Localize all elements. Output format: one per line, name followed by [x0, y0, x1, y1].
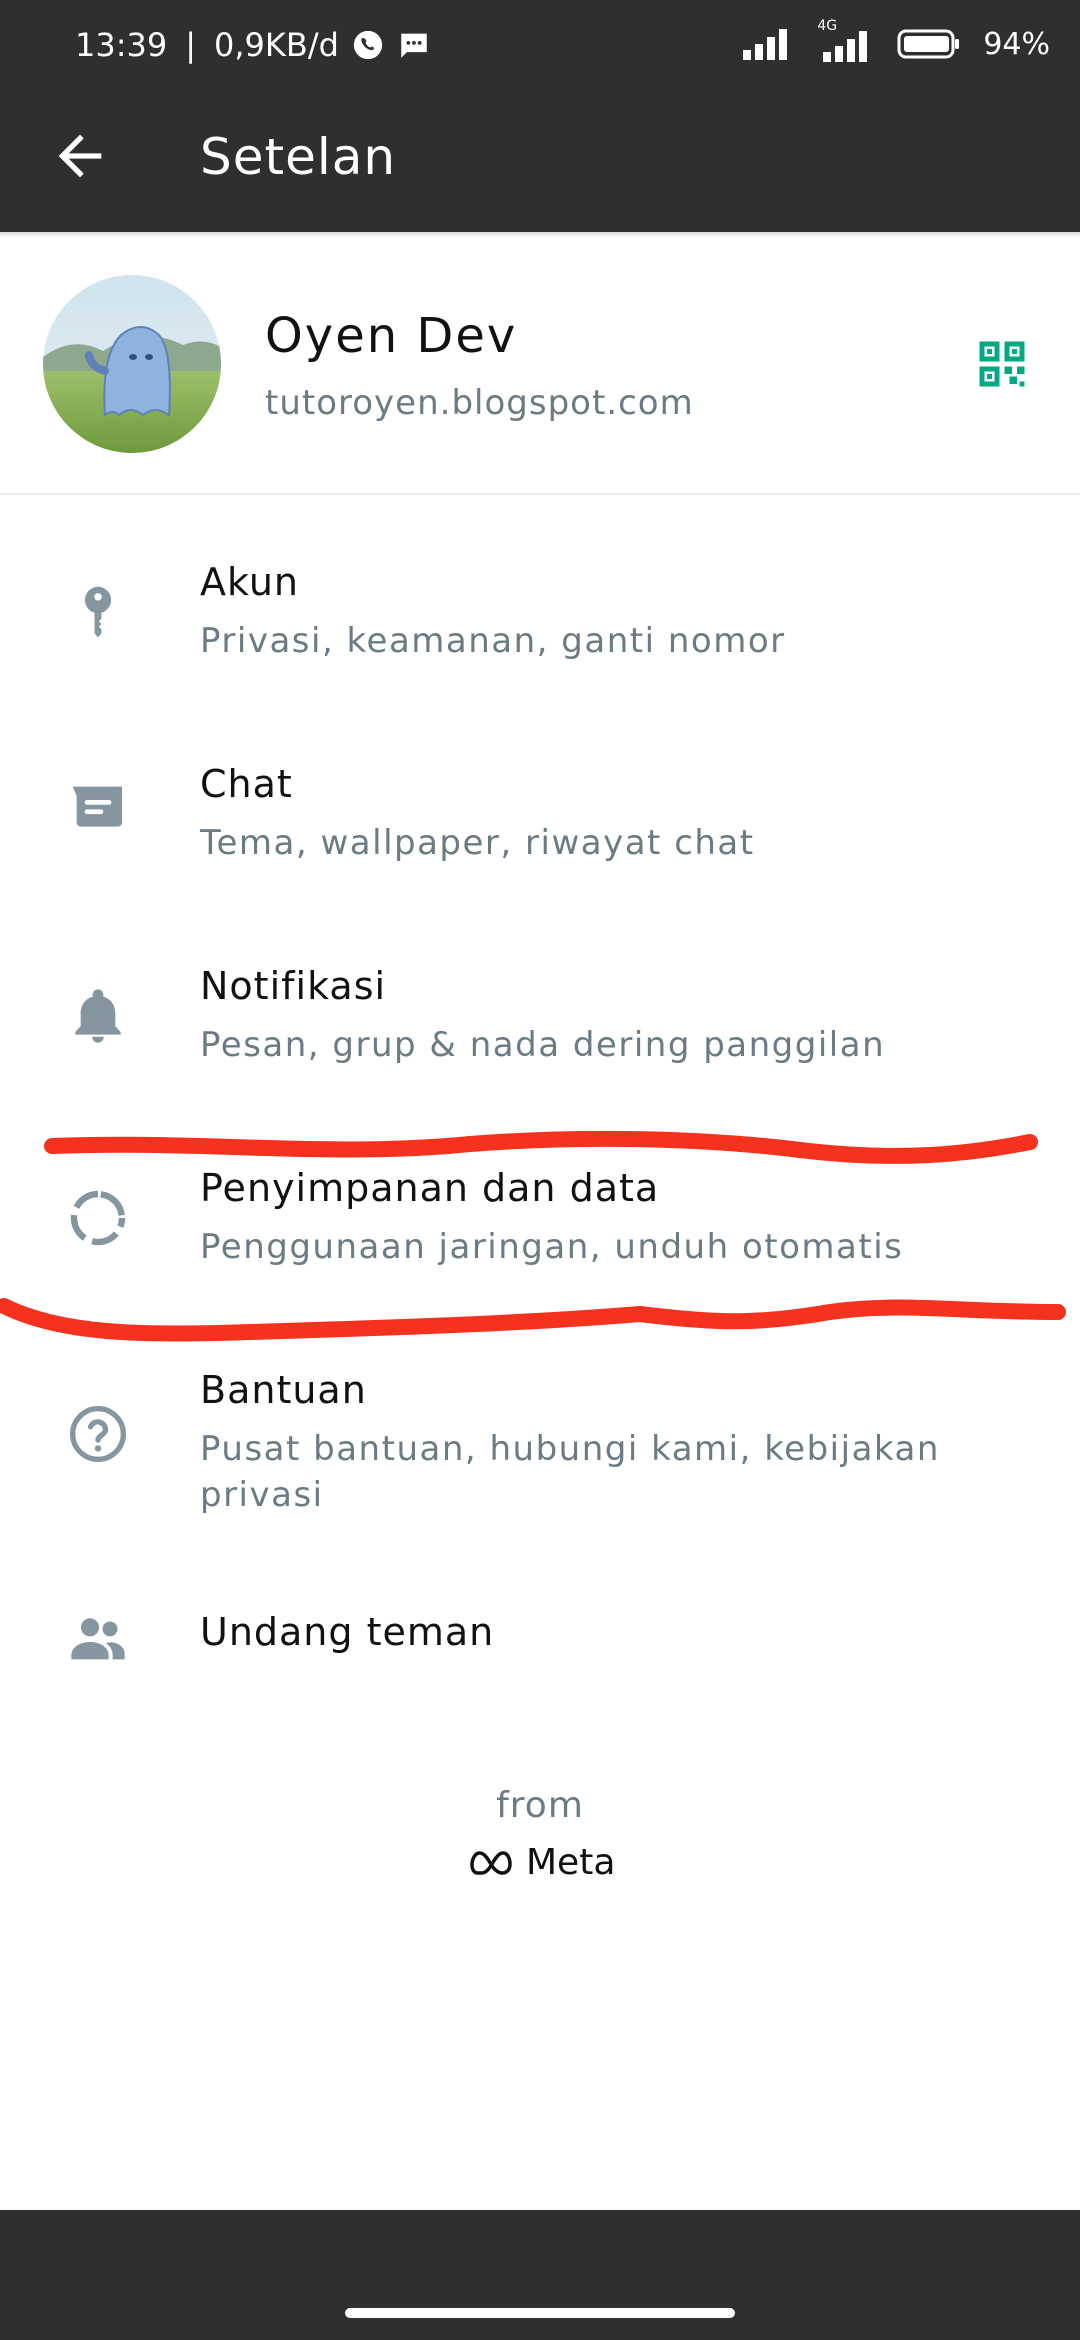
settings-item-title: Penyimpanan dan data	[200, 1166, 660, 1210]
key-icon	[84, 586, 112, 638]
settings-item-notifikasi[interactable]: Notifikasi Pesan, grup & nada dering pan…	[0, 944, 1080, 1104]
settings-item-bantuan[interactable]: Bantuan Pusat bantuan, hubungi kami, keb…	[0, 1348, 1080, 1548]
home-gesture-handle[interactable]	[345, 2308, 735, 2318]
whatsapp-notification-icon	[353, 30, 383, 60]
page-title: Setelan	[200, 128, 397, 186]
people-icon	[71, 1618, 125, 1660]
avatar[interactable]	[43, 275, 221, 453]
settings-item-subtitle: Pusat bantuan, hubungi kami, kebijakan p…	[200, 1429, 940, 1515]
mobile-data-indicator: 4G	[817, 18, 875, 64]
back-button[interactable]	[48, 124, 112, 188]
settings-item-subtitle: Pesan, grup & nada dering panggilan	[200, 1025, 886, 1065]
settings-item-chat[interactable]: Chat Tema, wallpaper, riwayat chat	[0, 742, 1080, 902]
status-time: 13:39	[75, 26, 168, 64]
settings-item-title: Undang teman	[200, 1610, 495, 1654]
settings-item-subtitle: Tema, wallpaper, riwayat chat	[200, 823, 755, 863]
battery-percent: 94%	[983, 26, 1050, 62]
settings-item-title: Akun	[200, 560, 299, 604]
settings-item-subtitle: Privasi, keamanan, ganti nomor	[200, 621, 786, 661]
arrow-left-icon	[58, 134, 102, 178]
chat-icon	[72, 786, 122, 827]
message-notification-icon	[401, 33, 427, 58]
profile-row[interactable]: Oyen Dev tutoroyen.blogspot.com	[0, 238, 1080, 495]
storage-icon	[70, 1190, 126, 1246]
settings-item-title: Chat	[200, 762, 293, 806]
battery-icon	[897, 29, 960, 59]
qr-code-button[interactable]	[972, 334, 1032, 394]
status-bar: 13:39 | 0,9KB/d 4G 94%	[0, 0, 1080, 100]
status-separator: |	[185, 26, 196, 64]
system-navigation-bar	[0, 2210, 1080, 2340]
meta-brand-label: Meta	[526, 1842, 616, 1883]
bell-icon	[75, 989, 121, 1043]
settings-item-title: Notifikasi	[200, 964, 387, 1008]
help-icon	[70, 1406, 126, 1462]
settings-item-penyimpanan[interactable]: Penyimpanan dan data Penggunaan jaringan…	[0, 1146, 1080, 1306]
signal-4g-icon	[823, 31, 868, 62]
status-bar-right: 4G 94%	[741, 18, 1050, 64]
signal-icon	[743, 29, 788, 60]
status-bar-left: 13:39 | 0,9KB/d	[75, 26, 431, 64]
qr-code-icon	[979, 341, 1025, 387]
profile-name: Oyen Dev	[265, 308, 518, 364]
profile-status: tutoroyen.blogspot.com	[265, 383, 694, 423]
settings-item-subtitle: Penggunaan jaringan, unduh otomatis	[200, 1227, 904, 1267]
settings-item-akun[interactable]: Akun Privasi, keamanan, ganti nomor	[0, 540, 1080, 700]
meta-infinity-icon	[470, 1850, 512, 1875]
app-bar: Setelan	[0, 100, 1080, 232]
status-data-speed: 0,9KB/d	[214, 26, 339, 64]
meta-logo: Meta	[470, 1842, 615, 1883]
settings-item-undang-teman[interactable]: Undang teman	[0, 1590, 1080, 1690]
avatar-image	[43, 275, 221, 453]
footer-from-label: from	[496, 1785, 584, 1826]
settings-item-title: Bantuan	[200, 1368, 367, 1412]
